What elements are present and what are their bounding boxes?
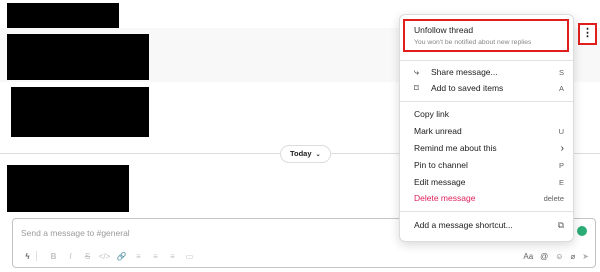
composer-right-toolbar: Aa @ ☺ ⌀ ➤ — [516, 252, 589, 261]
delete-message-item[interactable]: Delete message delete — [414, 191, 564, 205]
redacted-message-content — [11, 87, 149, 137]
bold-icon[interactable]: B — [45, 252, 62, 261]
composer-format-toolbar: ϟ B I S </> 🔗 ≡ ≡ ≡ ▭ — [19, 251, 198, 261]
menu-item-label: Pin to channel — [414, 160, 468, 170]
menu-item-label: Remind me about this — [414, 143, 497, 153]
pin-to-channel-item[interactable]: Pin to channel P — [414, 158, 564, 172]
unfollow-thread-item[interactable]: Unfollow thread — [414, 25, 473, 35]
edit-message-item[interactable]: Edit message E — [414, 175, 564, 189]
send-icon[interactable]: ➤ — [582, 252, 589, 261]
blockquote-icon[interactable]: ≡ — [164, 252, 181, 261]
message-actions-menu: Unfollow thread You won't be notified ab… — [399, 14, 574, 242]
menu-item-label: Delete message — [414, 193, 476, 203]
code-block-icon[interactable]: ▭ — [181, 252, 198, 261]
menu-item-label: Add a message shortcut... — [414, 220, 513, 230]
link-icon[interactable]: 🔗 — [113, 252, 130, 261]
more-actions-button[interactable]: ⋮ — [578, 23, 597, 45]
menu-item-shortcut: E — [558, 177, 564, 187]
attachment-icon[interactable]: ⌀ — [570, 252, 575, 261]
add-to-saved-item[interactable]: ⌑ Add to saved items A — [414, 81, 564, 95]
menu-item-label: Mark unread — [414, 126, 462, 136]
bulleted-list-icon[interactable]: ≡ — [147, 252, 164, 261]
share-icon: ⤷ — [414, 66, 420, 77]
menu-item-label: Edit message — [414, 177, 466, 187]
unfollow-thread-subtitle: You won't be notified about new replies — [414, 39, 532, 46]
menu-item-shortcut: P — [558, 160, 564, 170]
mention-icon[interactable]: @ — [540, 252, 548, 261]
italic-icon[interactable]: I — [62, 252, 79, 261]
menu-item-label: Add to saved items — [431, 83, 504, 93]
kebab-icon: ⋮ — [582, 27, 593, 39]
menu-item-shortcut: S — [558, 67, 564, 77]
strikethrough-icon[interactable]: S — [79, 252, 96, 261]
date-divider-button[interactable]: Today ⌄ — [280, 145, 331, 163]
menu-divider — [400, 60, 573, 61]
code-icon[interactable]: </> — [96, 252, 113, 261]
external-link-icon: ⧉ — [557, 219, 564, 230]
chevron-down-icon: ⌄ — [315, 152, 321, 158]
menu-item-label: Share message... — [431, 67, 498, 77]
shortcuts-icon[interactable]: ϟ — [19, 252, 36, 261]
bookmark-icon: ⌑ — [414, 82, 419, 93]
composer-placeholder: Send a message to #general — [21, 228, 130, 238]
emoji-icon[interactable]: ☺ — [555, 252, 563, 261]
menu-item-shortcut: delete — [543, 193, 564, 203]
share-message-item[interactable]: ⤷ Share message... S — [414, 65, 564, 79]
menu-item-label: Copy link — [414, 109, 449, 119]
ordered-list-icon[interactable]: ≡ — [130, 252, 147, 261]
menu-item-shortcut: A — [558, 83, 564, 93]
formatting-toggle-icon[interactable]: Aa — [523, 252, 533, 261]
menu-divider — [400, 211, 573, 212]
menu-divider — [400, 101, 573, 102]
add-message-shortcut-item[interactable]: Add a message shortcut... ⧉ — [414, 218, 564, 232]
redacted-author-name — [7, 3, 119, 31]
remind-me-item[interactable]: Remind me about this › — [414, 141, 564, 155]
unfollow-thread-highlight — [403, 19, 569, 52]
menu-item-shortcut: U — [558, 126, 564, 136]
toolbar-separator — [36, 251, 41, 261]
chevron-right-icon: › — [560, 142, 564, 154]
mark-unread-item[interactable]: Mark unread U — [414, 124, 564, 138]
date-divider-label: Today — [290, 149, 312, 158]
copy-link-item[interactable]: Copy link — [414, 107, 564, 121]
presence-indicator — [577, 226, 587, 236]
redacted-message-content — [7, 165, 129, 212]
redacted-message-content — [7, 34, 149, 80]
